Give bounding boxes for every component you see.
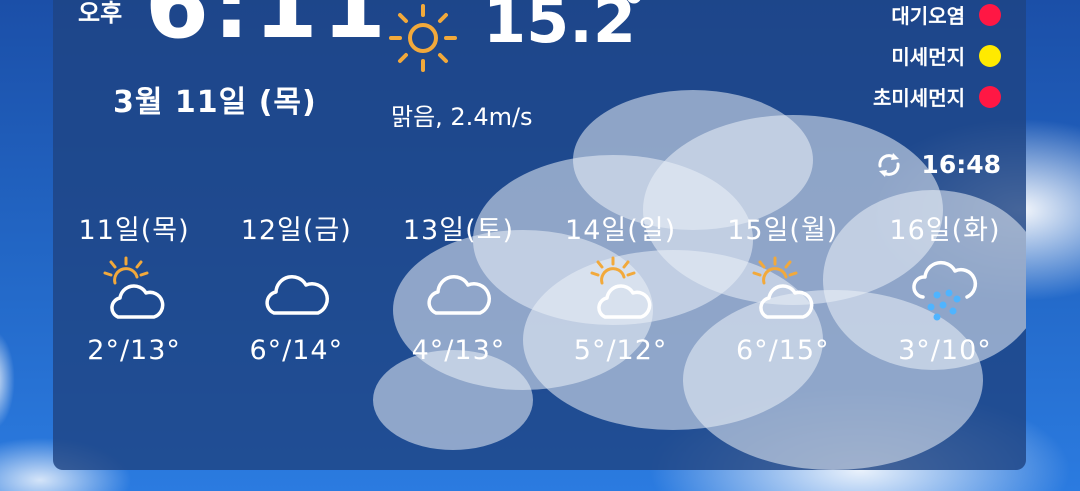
air-quality-label: 초미세먼지 — [873, 86, 965, 110]
forecast-day[interactable]: 13일(토) 4°/13° — [377, 208, 539, 366]
status-dot — [979, 44, 1001, 67]
cloud-icon — [265, 275, 330, 315]
forecast-temperatures: 2°/13° — [87, 335, 181, 366]
air-quality-label: 대기오염 — [891, 4, 965, 28]
degree-symbol: ° — [623, 0, 645, 33]
air-quality-row: 대기오염 — [873, 0, 1001, 29]
forecast-temperatures: 3°/10° — [898, 335, 992, 366]
forecast-day-label: 13일(토) — [402, 215, 514, 246]
air-quality-list: 대기오염 미세먼지 초미세먼지 — [873, 0, 1001, 111]
weather-condition: 맑음, 2.4m/s — [391, 103, 533, 131]
forecast-day[interactable]: 12일(금) 6°/14° — [215, 208, 377, 366]
partly-cloudy-icon — [590, 256, 651, 319]
air-quality-row: 미세먼지 — [873, 41, 1001, 70]
forecast-temperatures: 5°/12° — [573, 335, 668, 366]
rain-icon — [912, 260, 977, 321]
cloud-icon — [427, 275, 492, 315]
status-dot — [979, 3, 1001, 26]
refresh-icon[interactable] — [875, 151, 903, 179]
forecast-temperatures: 6°/14° — [249, 335, 344, 366]
clock-time[interactable]: 6:11 — [145, 0, 390, 52]
forecast-day-label: 11일(목) — [78, 215, 190, 246]
partly-cloudy-icon — [752, 256, 814, 319]
background-cloud — [0, 330, 15, 430]
forecast-day-label: 16일(화) — [889, 215, 1001, 246]
forecast-temperatures: 4°/13° — [411, 335, 506, 366]
status-dot — [979, 85, 1001, 108]
forecast-day[interactable]: 14일(일) 5°/12° — [540, 208, 702, 366]
air-quality-label: 미세먼지 — [891, 45, 965, 69]
forecast-temperatures: 6°/15° — [735, 335, 830, 366]
air-quality-row: 초미세먼지 — [873, 82, 1001, 111]
current-temperature: 15.2 — [483, 0, 636, 57]
refresh-area[interactable]: 16:48 — [875, 150, 1001, 179]
partly-cloudy-icon — [103, 256, 165, 319]
forecast-day-label: 15일(월) — [727, 215, 839, 246]
forecast-day-label: 12일(금) — [240, 215, 352, 246]
daily-forecast: 11일(목) 2°/13° 12일(금) 6°/14° 13일(토) 4°/13… — [53, 208, 1026, 366]
date-label: 3월 11일 (목) — [113, 85, 317, 120]
weather-widget[interactable]: 오후 6:11 3월 11일 (목) 15.2 ° 맑음, 2.4m/s 대기오… — [53, 0, 1026, 470]
sun-icon — [389, 4, 457, 72]
forecast-day[interactable]: 11일(목) 2°/13° — [53, 208, 215, 366]
forecast-day-label: 14일(일) — [565, 215, 677, 246]
last-updated-time: 16:48 — [921, 150, 1001, 179]
forecast-day[interactable]: 16일(화) 3°/10° — [864, 208, 1026, 366]
forecast-day[interactable]: 15일(월) 6°/15° — [702, 208, 864, 366]
ampm-label: 오후 — [78, 0, 123, 27]
